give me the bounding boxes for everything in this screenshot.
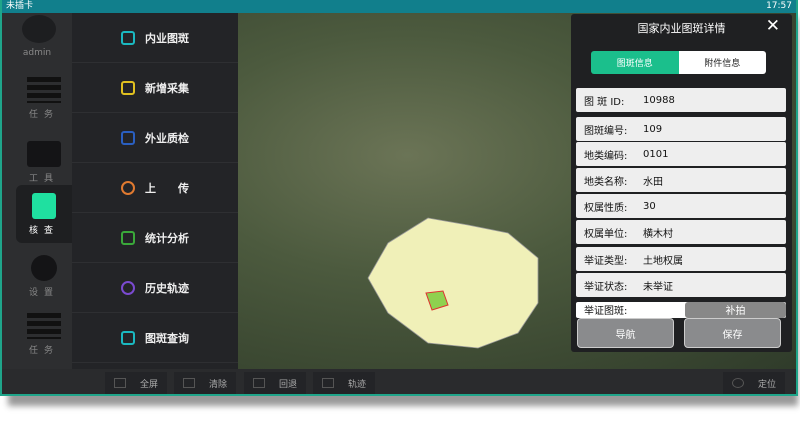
field-label: 图 斑 ID: [584, 96, 625, 108]
field-label: 权属单位: [584, 228, 628, 240]
save-button[interactable]: 保存 [684, 318, 781, 348]
row-evidence-patch: 举证图斑: 补拍 [576, 302, 786, 318]
detail-row: 权属性质: 30 [576, 194, 786, 218]
rail-label: 设置 [28, 287, 59, 298]
patch-area[interactable] [367, 217, 539, 349]
field-label: 地类编码: [584, 150, 628, 162]
menu-item-history-track[interactable]: 历史轨迹 [72, 263, 238, 313]
field-label: 举证状态: [584, 281, 628, 293]
menu-item-field-qc[interactable]: 外业质检 [72, 113, 238, 163]
undo-icon [252, 378, 265, 388]
rail-label: 核查 [28, 225, 59, 236]
avatar[interactable] [22, 15, 56, 43]
rail-item-task-2[interactable]: 任务 [16, 305, 72, 363]
search-patch-icon [121, 330, 135, 345]
eraser-icon [182, 378, 195, 388]
detail-row: 地类编码: 0101 [576, 142, 786, 166]
menu-item-office-patch[interactable]: 内业图斑 [72, 13, 238, 63]
detail-row: 举证类型: 土地权属 [576, 247, 786, 271]
button-label: 定位 [757, 379, 776, 390]
function-menu: 内业图斑 新增采集 外业质检 上 传 统计分析 历史轨迹 图斑查询 [72, 13, 238, 369]
navigate-button[interactable]: 导航 [577, 318, 674, 348]
rail-label: 任务 [28, 109, 59, 120]
menu-label: 内业图斑 [145, 31, 189, 45]
field-label: 举证图斑: [584, 306, 628, 317]
menu-item-new-collect[interactable]: 新增采集 [72, 63, 238, 113]
track-icon [321, 378, 334, 388]
bottom-toolbar: 全屏 清除 回退 轨迹 定位 [2, 369, 796, 394]
clipboard-check-icon [32, 192, 56, 219]
field-value: 0101 [643, 148, 669, 160]
chart-icon [121, 230, 135, 245]
field-label: 地类名称: [584, 176, 628, 188]
fullscreen-icon [113, 378, 126, 388]
patch-icon [121, 30, 135, 45]
field-label: 图斑编号: [584, 125, 628, 137]
button-label: 回退 [278, 379, 297, 390]
username: admin [22, 48, 52, 58]
field-value: 10988 [643, 94, 675, 106]
locate-icon [731, 378, 744, 388]
field-label: 举证类型: [584, 255, 628, 267]
menu-label: 新增采集 [145, 81, 189, 95]
menu-item-patch-query[interactable]: 图斑查询 [72, 313, 238, 363]
menu-label: 统计分析 [145, 231, 189, 245]
rail-label: 工具 [28, 173, 59, 184]
rail-item-task[interactable]: 任务 [16, 69, 72, 127]
menu-item-upload[interactable]: 上 传 [72, 163, 238, 213]
toolbox-icon [27, 140, 61, 167]
undo-button[interactable]: 回退 [244, 372, 306, 394]
fullscreen-button[interactable]: 全屏 [105, 372, 167, 394]
retake-button[interactable]: 补拍 [685, 302, 786, 318]
rail-item-check[interactable]: 核查 [16, 185, 72, 243]
panel-title: 国家内业图斑详情 [637, 22, 726, 35]
menu-label: 上 传 [145, 181, 189, 195]
button-label: 清除 [208, 379, 227, 390]
locate-button[interactable]: 定位 [723, 372, 785, 394]
rail-item-settings[interactable]: 设置 [16, 247, 72, 305]
menu-label: 历史轨迹 [145, 281, 189, 295]
track-button[interactable]: 轨迹 [313, 372, 375, 394]
shield-icon [121, 130, 135, 145]
layers-icon [27, 76, 61, 103]
rail-label: 任务 [28, 345, 59, 356]
detail-row: 图 斑 ID: 10988 [576, 88, 786, 112]
menu-label: 外业质检 [145, 131, 189, 145]
detail-row: 图斑编号: 109 [576, 117, 786, 141]
patch-detail-panel: 国家内业图斑详情 ✕ 图斑信息 附件信息 图 斑 ID: 10988 图斑编号: 10… [571, 14, 792, 352]
menu-label: 图斑查询 [145, 331, 189, 345]
detail-row: 地类名称: 水田 [576, 168, 786, 192]
add-doc-icon [121, 80, 135, 95]
detail-row: 权属单位: 横木村 [576, 220, 786, 244]
button-label: 轨迹 [347, 379, 366, 390]
field-value: 水田 [643, 176, 663, 188]
clock: 17:57 [766, 1, 792, 11]
field-label: 权属性质: [584, 202, 628, 214]
field-value: 横木村 [643, 228, 673, 240]
field-value: 30 [643, 200, 656, 212]
menu-item-stats[interactable]: 统计分析 [72, 213, 238, 263]
tab-patch-info[interactable]: 图斑信息 [591, 51, 679, 74]
status-bar: 未插卡 17:57 [2, 0, 796, 13]
left-rail: admin 任务 工具 核查 设置 任务 [2, 13, 72, 369]
close-icon[interactable]: ✕ [766, 16, 780, 36]
carrier-text: 未插卡 [6, 1, 34, 11]
button-label: 全屏 [139, 379, 158, 390]
panel-tabs: 图斑信息 附件信息 [591, 51, 766, 74]
field-value: 土地权属 [643, 255, 683, 267]
tab-attachment-info[interactable]: 附件信息 [678, 51, 766, 74]
field-value: 未举证 [643, 281, 673, 293]
field-value: 109 [643, 123, 663, 135]
clear-button[interactable]: 清除 [174, 372, 236, 394]
cloud-upload-icon [121, 180, 135, 195]
gear-icon [31, 254, 57, 281]
layers-icon [27, 312, 61, 339]
rail-item-tools[interactable]: 工具 [16, 133, 72, 191]
app-screen: 未插卡 17:57 admin 任务 工具 核查 设置 任务 内业图斑 新增采集… [0, 0, 798, 396]
location-pin-icon [121, 280, 135, 295]
detail-row: 举证状态: 未举证 [576, 273, 786, 297]
